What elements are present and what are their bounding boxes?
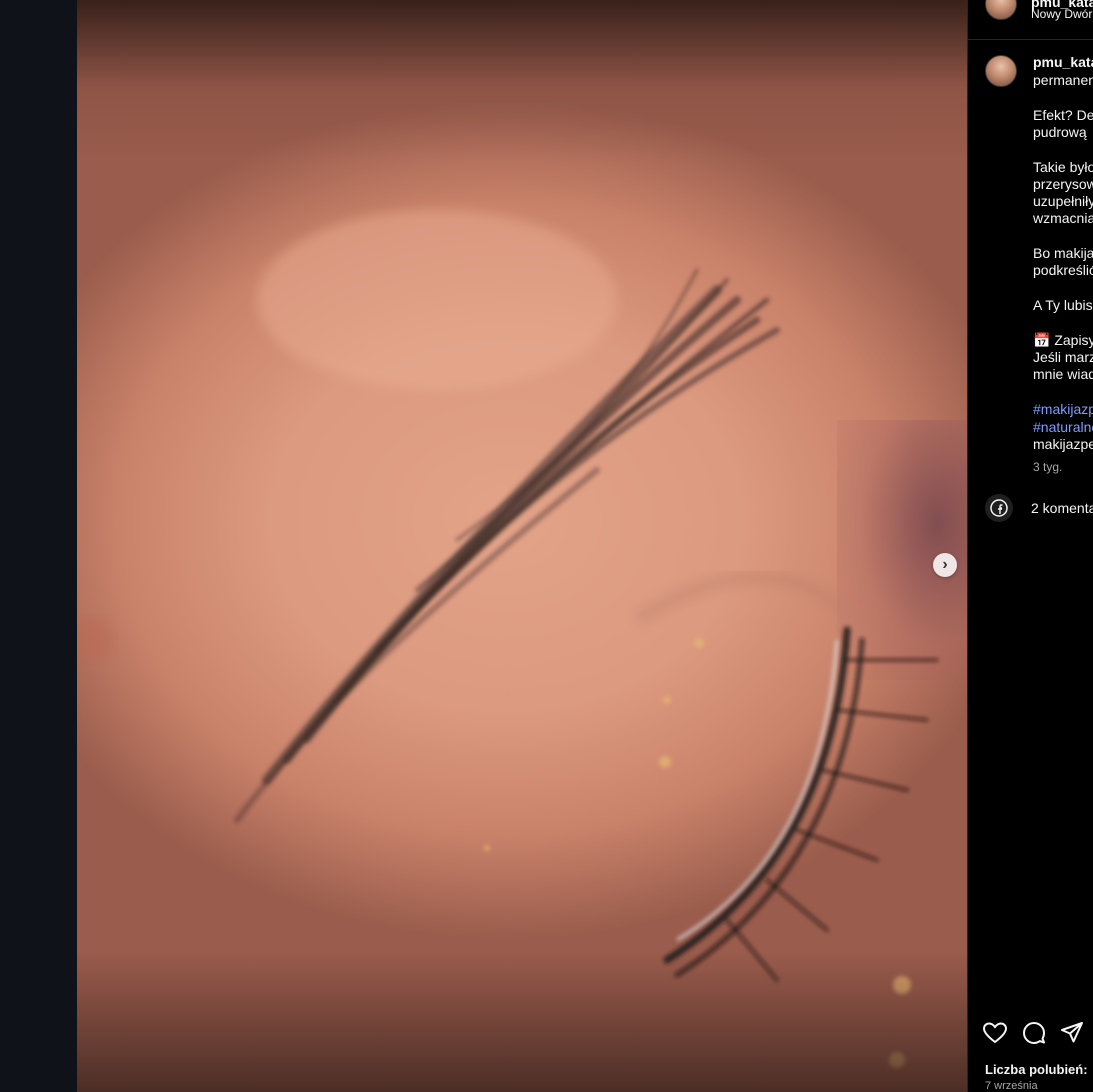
caption-line: uzupełniły — [1033, 193, 1093, 209]
likes-count[interactable]: Liczba polubień: — [985, 1062, 1088, 1077]
caption-line: Takie było — [1033, 159, 1093, 175]
author-avatar[interactable] — [985, 0, 1017, 20]
post-date[interactable]: 7 września — [985, 1080, 1038, 1092]
page-background — [0, 0, 77, 1092]
send-icon[interactable] — [1059, 1020, 1085, 1046]
hashtag-link[interactable]: #makijazp — [1033, 401, 1093, 418]
comment-icon[interactable] — [1021, 1020, 1047, 1046]
caption-username[interactable]: pmu_kata — [1033, 54, 1093, 71]
divider — [968, 39, 1093, 40]
image-shadow — [77, 952, 967, 1092]
caption-line: A Ty lubis — [1033, 297, 1093, 313]
caption-line: przerysow — [1033, 176, 1093, 192]
caption-line: Efekt? Del — [1033, 107, 1093, 123]
eyebrow-lashes-illustration — [77, 210, 939, 1068]
caption-line: wzmacnia — [1033, 210, 1093, 226]
post-time-ago[interactable]: 3 tyg. — [1033, 460, 1062, 474]
facebook-icon[interactable] — [985, 494, 1013, 522]
hashtag-link[interactable]: #naturalne — [1033, 419, 1093, 436]
next-image-button[interactable]: › — [933, 553, 957, 577]
caption-line: makijazpe — [1033, 436, 1093, 452]
caption-line: mnie wiad — [1033, 366, 1093, 382]
caption-line: Bo makija — [1033, 245, 1093, 261]
caption-line: podkreślić — [1033, 262, 1093, 278]
caption-author-avatar[interactable] — [985, 55, 1017, 87]
caption-line: 📅 Zapisy — [1033, 332, 1093, 348]
post-location[interactable]: Nowy Dwór — [1031, 7, 1092, 21]
post-media-image[interactable] — [77, 0, 967, 1092]
heart-icon[interactable] — [982, 1020, 1008, 1046]
chevron-right-icon: › — [942, 556, 948, 573]
caption-line: Jeśli marz — [1033, 349, 1093, 365]
post-sidebar: pmu_kata Nowy Dwór pmu_kata permanen Efe… — [967, 0, 1093, 1092]
caption-line: pudrową — [1033, 124, 1087, 140]
comments-link[interactable]: 2 komenta — [1031, 500, 1093, 516]
caption-line: permanen — [1033, 72, 1093, 88]
